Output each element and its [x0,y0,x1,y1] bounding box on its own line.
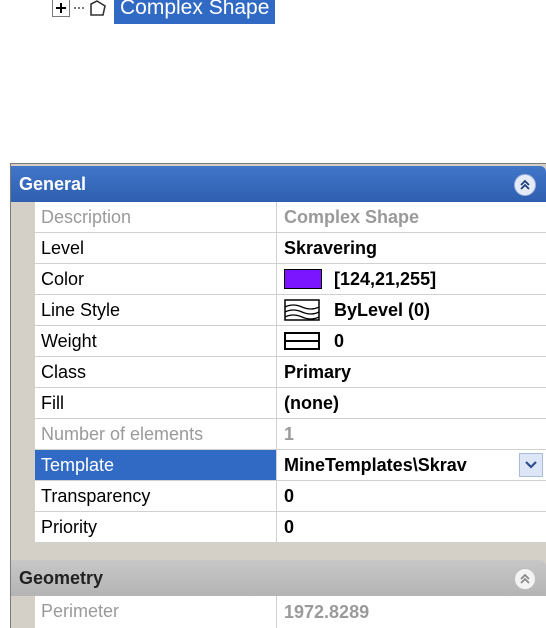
weight-icon [284,332,320,350]
color-swatch [284,269,322,289]
property-label: Color [35,264,277,294]
property-row-template[interactable]: Template MineTemplates\Skrav [35,450,546,481]
property-row-perimeter: Perimeter 1972.8289 [35,596,546,628]
property-row-color[interactable]: Color [124,21,255] [35,264,546,295]
color-value-text: [124,21,255] [334,269,437,289]
property-label: Class [35,357,277,387]
property-row-number-of-elements: Number of elements 1 [35,419,546,450]
expand-icon[interactable] [52,0,70,17]
property-label: Fill [35,388,277,418]
template-dropdown[interactable]: MineTemplates\Skrav [277,450,546,480]
tree-item-label[interactable]: Complex Shape [114,0,276,24]
general-properties: Description Complex Shape Level Skraveri… [35,202,546,543]
property-row-level[interactable]: Level Skravering [35,233,546,264]
properties-panel: General Description Complex Shape Level … [10,163,546,628]
property-value: 1 [284,424,295,444]
tree-connector [74,7,84,9]
weight-value-text: 0 [334,331,345,351]
property-label: Perimeter [35,596,277,628]
property-row-priority[interactable]: Priority 0 [35,512,546,543]
property-value: Complex Shape [284,207,420,227]
property-row-class[interactable]: Class Primary [35,357,546,388]
property-row-line-style[interactable]: Line Style ByLevel (0) [35,295,546,326]
property-label: Number of elements [35,419,277,449]
geometry-properties: Perimeter 1972.8289 [35,596,546,628]
property-value[interactable]: Skravering [277,233,546,263]
property-value-weight[interactable]: 0 [277,326,546,356]
property-label: Weight [35,326,277,356]
section-header-geometry[interactable]: Geometry [11,560,546,596]
section-title: General [19,173,87,194]
property-row-weight[interactable]: Weight 0 [35,326,546,357]
property-label: Priority [35,512,277,542]
property-label: Transparency [35,481,277,511]
section-header-general[interactable]: General [11,166,546,202]
tree-item-complex-shape[interactable]: Complex Shape [52,0,276,25]
collapse-icon[interactable] [514,174,536,196]
property-row-fill[interactable]: Fill (none) [35,388,546,419]
property-value-color[interactable]: [124,21,255] [277,264,546,294]
template-value-text: MineTemplates\Skrav [284,455,467,475]
property-value-line-style[interactable]: ByLevel (0) [277,295,546,325]
property-label: Template [35,450,277,480]
property-value[interactable]: Primary [277,357,546,387]
line-style-value-text: ByLevel (0) [334,300,431,320]
property-value[interactable]: 0 [277,481,546,511]
property-label: Line Style [35,295,277,325]
property-row-transparency[interactable]: Transparency 0 [35,481,546,512]
line-style-icon [284,299,320,321]
property-value: 1972.8289 [284,602,370,622]
property-label: Description [35,202,277,232]
property-label: Level [35,233,277,263]
chevron-down-icon[interactable] [519,453,543,477]
property-value[interactable]: 0 [277,512,546,542]
property-value[interactable]: (none) [277,388,546,418]
shape-icon [88,0,108,18]
property-row-description: Description Complex Shape [35,202,546,233]
section-title: Geometry [19,567,104,588]
collapse-icon[interactable] [514,568,536,590]
